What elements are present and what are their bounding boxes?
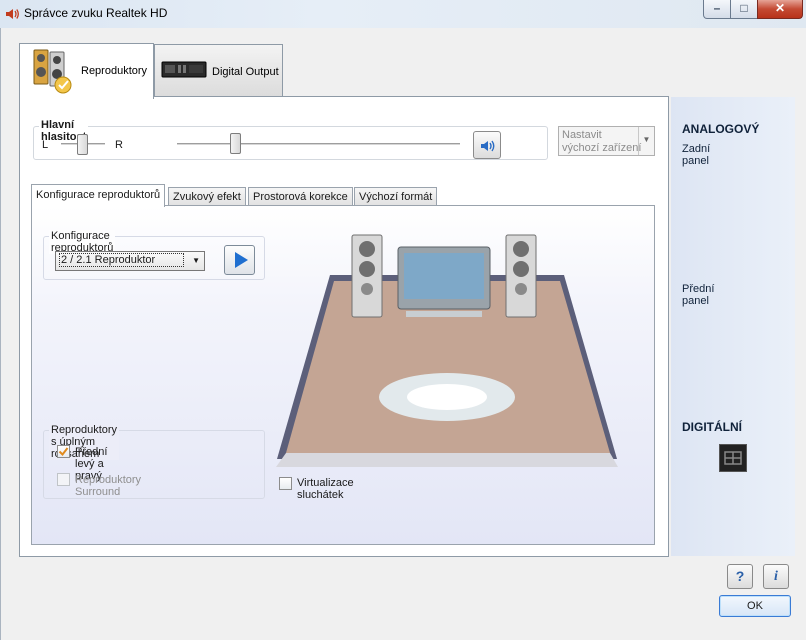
volume-track: [177, 143, 460, 146]
speaker-volume-icon: [481, 140, 495, 152]
tab-label: Digital Output: [212, 66, 279, 78]
speaker-room-illustration: [276, 234, 618, 467]
digital-title: DIGITÁLNÍ: [682, 420, 742, 434]
help-button[interactable]: ?: [727, 564, 753, 589]
headphone-virtualization-label: Virtualizace sluchátek: [297, 477, 354, 501]
front-left-right-checkbox[interactable]: [57, 445, 70, 458]
maximize-icon: □: [740, 1, 748, 15]
set-default-device-dropdown[interactable]: Nastavit výchozí zařízení ▼: [558, 126, 655, 156]
mute-button[interactable]: [473, 131, 501, 159]
analog-title: ANALOGOVÝ: [682, 122, 760, 136]
play-test-button[interactable]: [224, 245, 255, 275]
maximize-button[interactable]: □: [730, 0, 758, 19]
info-icon: i: [774, 569, 778, 584]
chevron-down-icon: ▼: [638, 127, 654, 155]
tab-sound-effects[interactable]: Zvukový efekt: [168, 187, 246, 206]
window-title: Správce zvuku Realtek HD: [24, 6, 168, 20]
help-icon: ?: [735, 568, 745, 584]
balance-right-label: R: [115, 139, 123, 151]
chevron-down-icon: ▼: [192, 256, 200, 265]
tab-label: Výchozí formát: [359, 191, 433, 203]
rear-panel-label: Zadní panel: [682, 143, 711, 167]
close-icon: ✕: [774, 1, 786, 15]
checkmark-icon: [58, 447, 69, 457]
tab-label: Reproduktory: [81, 65, 148, 77]
tab-speaker-configuration[interactable]: Konfigurace reproduktorů: [31, 184, 166, 207]
surround-speakers-checkbox[interactable]: [57, 473, 70, 486]
spdif-connector-icon[interactable]: [719, 444, 747, 472]
surround-speakers-label: Reproduktory Surround: [75, 474, 142, 498]
speaker-icon: [6, 9, 19, 19]
tab-room-correction[interactable]: Prostorová korekce: [248, 187, 353, 206]
spdif-icon: [724, 451, 742, 465]
play-icon: [235, 252, 248, 268]
close-button[interactable]: ✕: [757, 0, 803, 19]
balance-slider[interactable]: [77, 134, 88, 155]
tab-digital-output[interactable]: Digital Output: [154, 44, 283, 96]
tab-label: Zvukový efekt: [173, 191, 241, 203]
tab-label: Prostorová korekce: [253, 191, 348, 203]
tab-default-format[interactable]: Výchozí formát: [354, 187, 438, 206]
info-button[interactable]: i: [763, 564, 789, 589]
title-bar: Správce zvuku Realtek HD – □ ✕: [0, 0, 806, 28]
balance-left-label: L: [42, 139, 49, 151]
headphone-virtualization-checkbox[interactable]: [279, 477, 292, 490]
digital-output-icon: [161, 61, 207, 78]
speaker-config-select[interactable]: 2 / 2.1 Reproduktor ▼: [55, 251, 205, 271]
speakers-icon: [33, 49, 72, 94]
volume-slider[interactable]: [230, 133, 242, 154]
front-panel-label: Přední panel: [682, 283, 715, 307]
minimize-button[interactable]: –: [703, 0, 731, 19]
tab-label: Konfigurace reproduktorů: [36, 189, 161, 201]
speaker-config-value: 2 / 2.1 Reproduktor: [59, 253, 184, 267]
ok-button[interactable]: OK: [719, 595, 791, 617]
tab-reproduktory[interactable]: Reproduktory: [19, 43, 154, 99]
minimize-icon: –: [713, 1, 721, 15]
